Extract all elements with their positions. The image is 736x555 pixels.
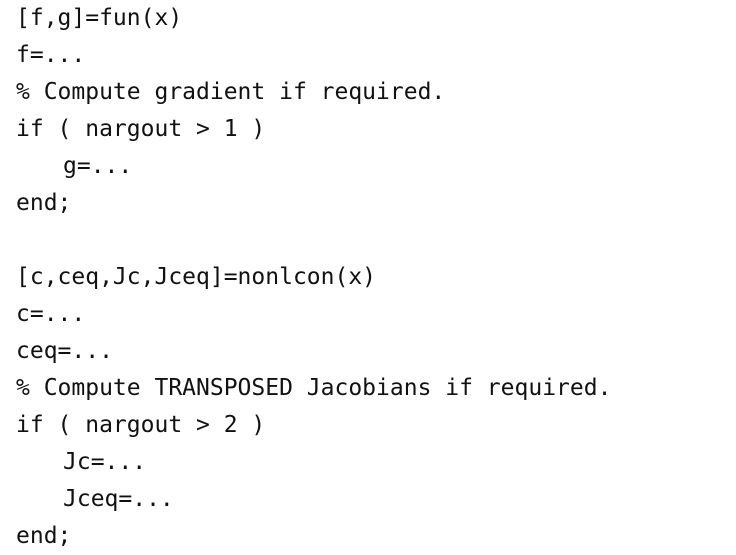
code-line-end: end; [16,523,72,549]
constraint-function-block: [c,ceq,Jc,Jceq]=nonlcon(x) c=... ceq=...… [16,259,611,555]
code-line-c-assignment: c=... [16,301,86,327]
code-line-function-signature: [f,g]=fun(x) [16,5,183,31]
code-line-f-assignment: f=... [16,42,86,68]
code-comment-gradient: % Compute gradient if required. [16,79,446,105]
code-listing: [f,g]=fun(x) f=... % Compute gradient if… [16,0,611,555]
code-line-ceq-assignment: ceq=... [16,338,113,364]
code-line-jc-assignment: Jc=... [63,449,147,475]
code-comment-jacobians: % Compute TRANSPOSED Jacobians if requir… [16,375,612,401]
objective-function-block: [f,g]=fun(x) f=... % Compute gradient if… [16,0,611,222]
code-line-g-assignment: g=... [63,153,133,179]
code-line-if-nargout: if ( nargout > 2 ) [16,412,266,438]
code-line-if-nargout: if ( nargout > 1 ) [16,116,266,142]
code-line-nonlcon-signature: [c,ceq,Jc,Jceq]=nonlcon(x) [16,264,377,290]
code-line-jceq-assignment: Jceq=... [63,486,174,512]
code-line-end: end; [16,190,72,216]
